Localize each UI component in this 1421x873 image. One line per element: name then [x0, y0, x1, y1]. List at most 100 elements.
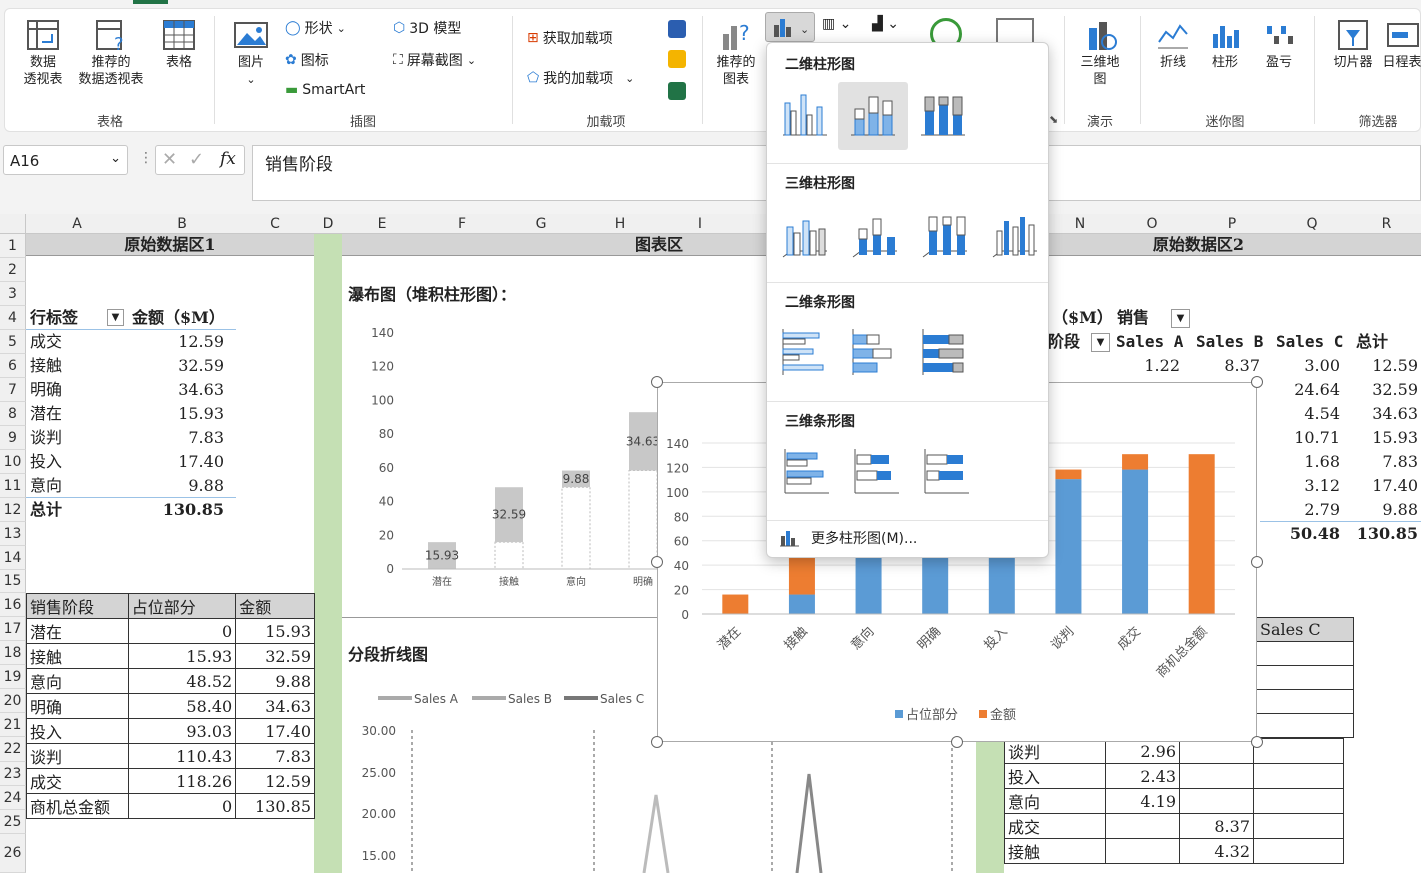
clustered-bar-icon[interactable] — [777, 323, 833, 379]
table-cell[interactable]: 58.40 — [127, 693, 237, 719]
row-header[interactable]: 5 — [0, 330, 26, 354]
row-header[interactable]: 4 — [0, 306, 26, 330]
table-header-cell[interactable]: 销售阶段 — [26, 593, 129, 619]
column-header[interactable]: G — [502, 214, 580, 234]
row-header[interactable]: 2 — [0, 258, 26, 282]
table-cell[interactable] — [1105, 813, 1180, 839]
pivot2-cell[interactable]: 12.59 — [1352, 354, 1418, 378]
table-header-cell[interactable]: 金额 — [235, 593, 315, 619]
pivot2-cell[interactable]: 7.83 — [1352, 450, 1418, 474]
pivot2-cell[interactable]: 1.22 — [1112, 354, 1180, 378]
clustered-column-icon[interactable] — [777, 85, 833, 141]
row-header[interactable]: 6 — [0, 354, 26, 378]
more-column-charts-button[interactable]: 更多柱形图(M)... — [779, 528, 917, 548]
table-cell[interactable]: 12.59 — [235, 768, 315, 794]
table-cell[interactable] — [1179, 788, 1254, 814]
name-box[interactable]: A16 ⌄ — [3, 145, 128, 175]
smartart-button[interactable]: ▬ SmartArt — [285, 82, 365, 98]
resize-handle[interactable] — [651, 736, 663, 748]
row-header[interactable]: 9 — [0, 426, 26, 450]
table-cell[interactable]: 0 — [127, 618, 237, 644]
timeline-button[interactable]: 日程表 — [1382, 18, 1421, 71]
background-waterfall-chart[interactable]: 0 20 40 60 80 100 120 140 15.93 潜在 32.59 接触 9.88 意向 34… — [342, 318, 658, 598]
table-cell[interactable]: 32.59 — [235, 643, 315, 669]
column-header[interactable]: F — [422, 214, 502, 234]
bar-segment[interactable] — [1122, 454, 1149, 470]
table-header-cell[interactable]: 占位部分 — [127, 593, 237, 619]
3d-100-stacked-bar-icon[interactable] — [917, 443, 973, 499]
column-header[interactable]: P — [1192, 214, 1272, 234]
pivot1-row-value[interactable]: 15.93 — [128, 402, 224, 426]
bar-segment[interactable] — [1122, 469, 1149, 614]
column-header[interactable]: I — [660, 214, 740, 234]
table-cell[interactable]: 成交 — [1004, 813, 1106, 839]
function-icon[interactable]: fx — [220, 149, 236, 169]
row-header[interactable]: 25 — [0, 810, 26, 834]
row-header[interactable]: 26 — [0, 834, 26, 873]
row-header[interactable]: 24 — [0, 786, 26, 810]
table-cell[interactable] — [1256, 641, 1354, 666]
placeholder-bar[interactable] — [561, 486, 591, 570]
table-cell[interactable]: 4.32 — [1179, 838, 1254, 864]
screenshot-button[interactable]: ⛶ 屏幕截图 ⌄ — [393, 50, 476, 70]
3d-model-button[interactable]: ⬡ 3D 模型 — [393, 18, 461, 38]
series-line[interactable] — [795, 773, 823, 873]
column-header[interactable]: N — [1048, 214, 1112, 234]
pivot1-row-label[interactable]: 明确 — [30, 378, 62, 402]
row-header[interactable]: 17 — [0, 617, 26, 641]
filter-dropdown-icon[interactable]: ▼ — [107, 309, 124, 326]
100-stacked-column-icon[interactable] — [915, 85, 971, 141]
table-cell[interactable]: 48.52 — [127, 668, 237, 694]
pivot2-cell[interactable]: 8.37 — [1192, 354, 1260, 378]
bar-segment[interactable] — [788, 554, 815, 595]
resize-handle[interactable] — [1251, 736, 1263, 748]
table-cell[interactable]: 9.88 — [235, 668, 315, 694]
table-cell[interactable] — [1256, 713, 1354, 738]
pivot2-cell[interactable]: 2.79 — [1272, 498, 1340, 522]
people-graph-icon[interactable] — [668, 82, 686, 100]
row-header[interactable]: 8 — [0, 402, 26, 426]
pivot1-row-value[interactable]: 34.63 — [128, 378, 224, 402]
column-header[interactable]: A — [26, 214, 128, 234]
row-header[interactable]: 1 — [0, 234, 26, 258]
table-cell[interactable]: 15.93 — [235, 618, 315, 644]
table-cell[interactable] — [1253, 763, 1344, 789]
table-cell[interactable] — [1253, 788, 1344, 814]
table-cell[interactable] — [1179, 763, 1254, 789]
recommended-pivot-button[interactable]: ? 推荐的 数据透视表 — [70, 18, 152, 88]
3d-stacked-bar-icon[interactable] — [847, 443, 903, 499]
pivot2-cell[interactable]: 17.40 — [1352, 474, 1418, 498]
column-header[interactable]: O — [1112, 214, 1192, 234]
pivot-table-button[interactable]: 数据 透视表 — [16, 18, 70, 88]
sparkline-winloss-button[interactable]: 盈亏 — [1258, 18, 1300, 71]
100-stacked-bar-icon[interactable] — [917, 323, 973, 379]
hierarchy-chart-button[interactable]: ▥ ⌄ — [822, 16, 851, 32]
table-cell[interactable] — [1256, 665, 1354, 690]
table-cell[interactable] — [1256, 689, 1354, 714]
row-header[interactable]: 14 — [0, 546, 26, 570]
resize-handle[interactable] — [651, 556, 663, 568]
icons-button[interactable]: ✿ 图标 — [285, 50, 329, 70]
column-header[interactable]: C — [236, 214, 314, 234]
shapes-button[interactable]: ◯ 形状 ⌄ — [285, 18, 346, 38]
filter-dropdown-icon[interactable]: ▼ — [1091, 333, 1110, 352]
filter-dropdown-icon[interactable]: ▼ — [1171, 309, 1190, 328]
table-cell[interactable] — [1253, 813, 1344, 839]
row-header[interactable]: 10 — [0, 450, 26, 474]
stacked-column-icon[interactable] — [845, 85, 901, 141]
column-header[interactable]: R — [1352, 214, 1421, 234]
pivot2-cell[interactable]: 32.59 — [1352, 378, 1418, 402]
sparkline-line-button[interactable]: 折线 — [1152, 18, 1194, 71]
table-cell[interactable]: 7.83 — [235, 743, 315, 769]
bar-segment[interactable] — [855, 554, 882, 614]
3d-100-stacked-column-icon[interactable] — [917, 207, 973, 263]
table-cell[interactable]: 谈判 — [1004, 738, 1106, 764]
bar-segment[interactable] — [722, 594, 749, 614]
dialog-launcher-icon[interactable]: ⬊ — [1049, 113, 1058, 126]
table-cell[interactable] — [1253, 738, 1344, 764]
sparkline-column-button[interactable]: 柱形 — [1204, 18, 1246, 71]
row-header[interactable]: 23 — [0, 762, 26, 786]
my-addins-button[interactable]: ⬠ 我的加载项 ⌄ — [527, 68, 634, 88]
column-header[interactable]: B — [128, 214, 236, 234]
table-cell[interactable]: 意向 — [26, 668, 129, 694]
